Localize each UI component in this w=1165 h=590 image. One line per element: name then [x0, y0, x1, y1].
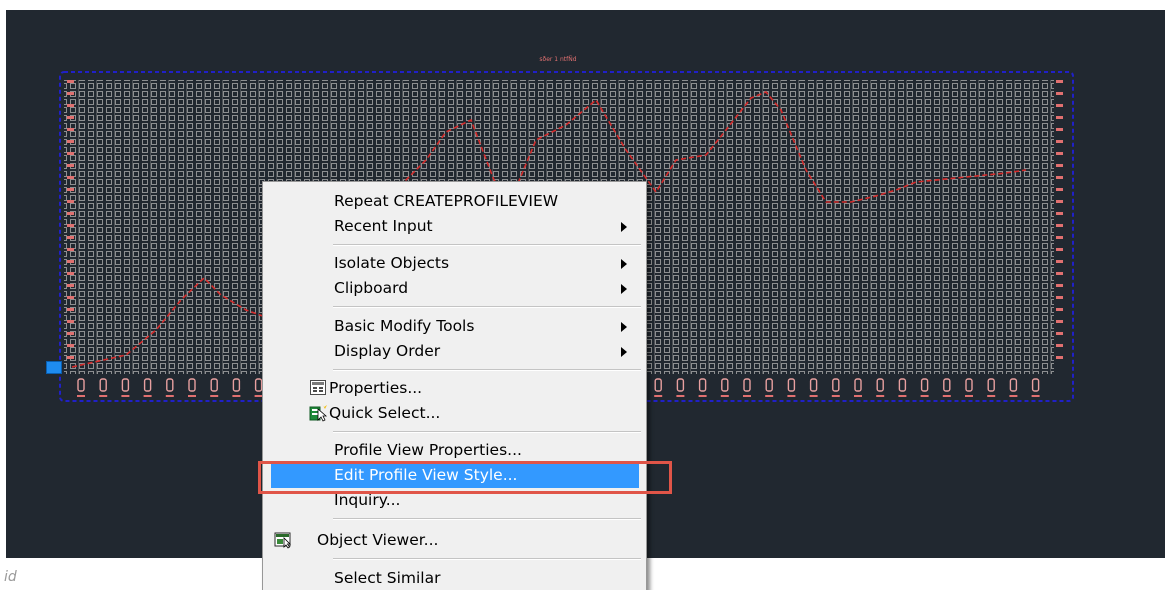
station-label [698, 378, 707, 397]
station-label [942, 378, 951, 397]
menu-item-label: Inquiry... [334, 491, 401, 509]
properties-icon [309, 379, 328, 397]
station-label [676, 378, 685, 397]
menu-item-recent-input[interactable]: Recent Input [271, 214, 639, 239]
profile-view-title: sðer 1 ntfÑd [539, 56, 576, 63]
station-label [143, 378, 152, 397]
menu-item-label: Display Order [334, 342, 441, 360]
menu-separator [333, 518, 641, 520]
station-label [787, 378, 796, 397]
menu-separator [333, 306, 641, 308]
station-label [831, 378, 840, 397]
menu-item-label: Recent Input [334, 217, 433, 235]
screenshot-root: sðer 1 ntfÑd id Repeat CREATEPROFILEVIEW… [0, 0, 1165, 590]
menu-item-label: Clipboard [334, 279, 409, 297]
submenu-arrow-icon [621, 347, 627, 357]
context-menu: Repeat CREATEPROFILEVIEW Recent Input Is… [262, 181, 647, 590]
station-label [232, 378, 241, 397]
station-label [188, 378, 196, 397]
menu-item-basic-modify-tools[interactable]: Basic Modify Tools [271, 314, 639, 339]
menu-separator [333, 558, 641, 560]
menu-item-edit-profile-view-style[interactable]: Edit Profile View Style... [271, 463, 639, 488]
menu-item-inquiry[interactable]: Inquiry... [271, 488, 639, 513]
menu-item-quick-select[interactable]: Quick Select... [271, 401, 639, 426]
menu-item-properties[interactable]: Properties... [271, 376, 639, 401]
station-label [1031, 378, 1040, 397]
station-label [77, 378, 85, 397]
submenu-arrow-icon [621, 284, 627, 294]
station-label [965, 378, 973, 397]
station-label [654, 378, 663, 397]
menu-item-label: Object Viewer... [317, 531, 439, 549]
menu-separator [333, 431, 641, 433]
quick-select-icon [309, 404, 328, 422]
right-elevation-labels [1056, 80, 1063, 359]
menu-separator [333, 369, 641, 371]
submenu-arrow-icon [621, 222, 627, 232]
station-label [99, 378, 108, 397]
menu-item-label: Repeat CREATEPROFILEVIEW [334, 192, 559, 210]
selection-grip[interactable] [46, 361, 62, 374]
station-label [920, 378, 929, 397]
station-label [743, 378, 751, 397]
station-label [1009, 378, 1018, 397]
station-label [165, 378, 174, 397]
menu-item-repeat-createprofileview[interactable]: Repeat CREATEPROFILEVIEW [271, 189, 639, 214]
station-label [765, 378, 774, 397]
menu-item-label: Edit Profile View Style... [334, 466, 518, 484]
menu-item-display-order[interactable]: Display Order [271, 339, 639, 364]
object-viewer-icon [274, 531, 293, 549]
menu-item-label: Quick Select... [329, 404, 441, 422]
station-label [809, 378, 818, 397]
menu-item-clipboard[interactable]: Clipboard [271, 276, 639, 301]
submenu-arrow-icon [621, 259, 627, 269]
menu-separator [333, 244, 641, 246]
menu-item-label: Isolate Objects [334, 254, 450, 272]
menu-item-select-similar[interactable]: Select Similar [271, 566, 639, 590]
menu-item-label: Select Similar [334, 569, 441, 587]
menu-item-object-viewer[interactable]: Object Viewer... [271, 528, 639, 553]
command-line-text: id [4, 569, 17, 585]
station-label [210, 378, 219, 397]
station-label [876, 378, 885, 397]
menu-item-label: Properties... [329, 379, 423, 397]
submenu-arrow-icon [621, 322, 627, 332]
station-label [854, 378, 862, 397]
station-label [121, 378, 130, 397]
station-label [720, 378, 729, 397]
menu-item-label: Basic Modify Tools [334, 317, 475, 335]
menu-item-profile-view-properties[interactable]: Profile View Properties... [271, 438, 639, 463]
menu-item-isolate-objects[interactable]: Isolate Objects [271, 251, 639, 276]
menu-item-label: Profile View Properties... [334, 441, 522, 459]
station-label [898, 378, 907, 397]
station-label [987, 378, 996, 397]
